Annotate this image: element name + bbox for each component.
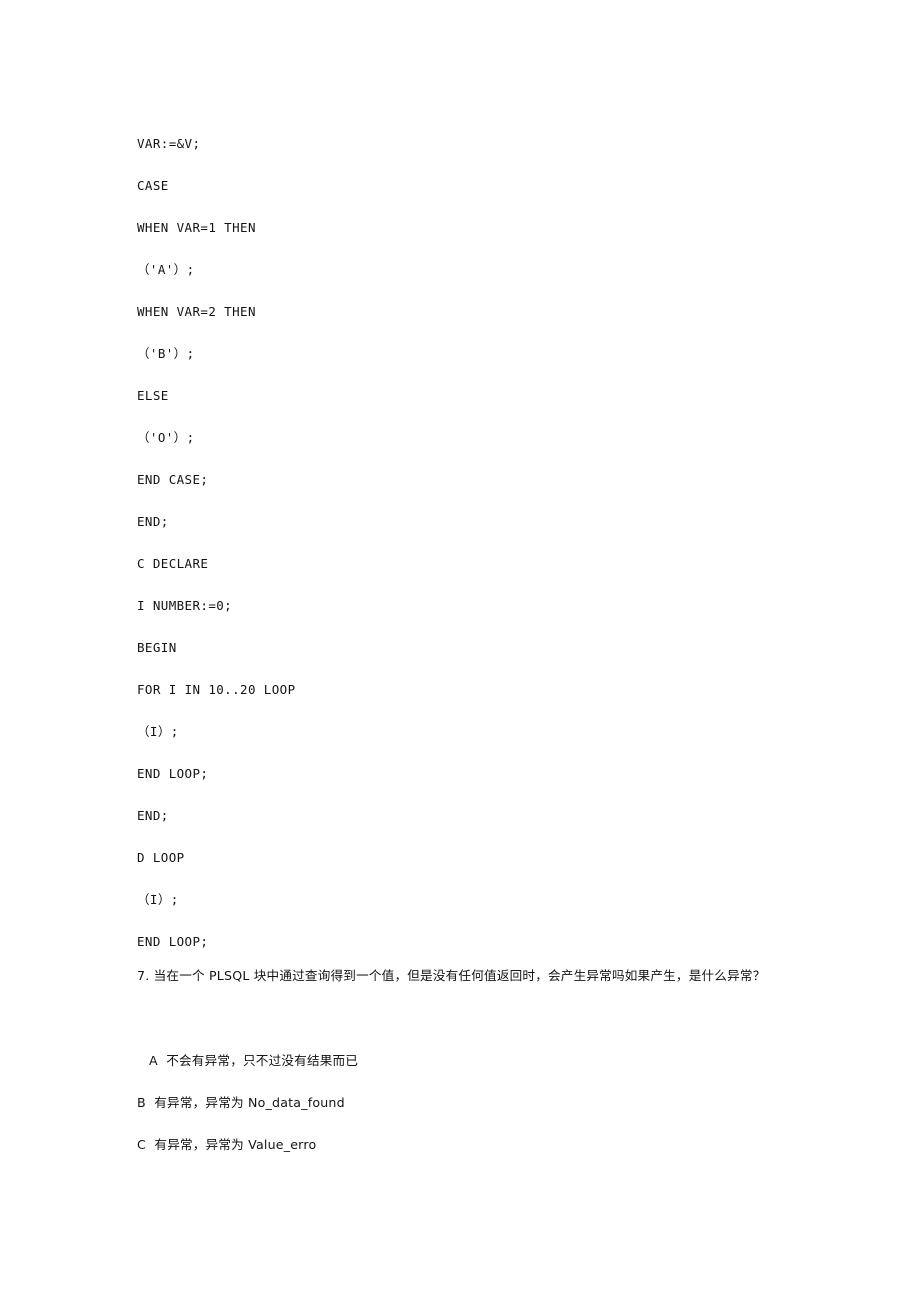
code-line: END;: [137, 808, 169, 823]
code-line: I NUMBER:=0;: [137, 598, 233, 613]
code-line: FOR I IN 10..20 LOOP: [137, 682, 296, 697]
code-line: （I）;: [137, 892, 179, 907]
code-line: C DECLARE: [137, 556, 209, 571]
code-line: （'B'）;: [137, 346, 195, 361]
code-line: ELSE: [137, 388, 169, 403]
option-b[interactable]: B 有异常，异常为 No_data_found: [137, 1082, 777, 1124]
option-c[interactable]: C 有异常，异常为 Value_erro: [137, 1124, 777, 1166]
code-line: WHEN VAR=2 THEN: [137, 304, 256, 319]
code-line: （I）;: [137, 724, 179, 739]
document-page: VAR:=&V; CASE WHEN VAR=1 THEN （'A'）; WHE…: [0, 0, 920, 1302]
code-line: D LOOP: [137, 850, 185, 865]
code-line: VAR:=&V;: [137, 136, 201, 151]
code-line: BEGIN: [137, 640, 177, 655]
code-line: CASE: [137, 178, 169, 193]
code-line: WHEN VAR=1 THEN: [137, 220, 256, 235]
code-line: （'A'）;: [137, 262, 195, 277]
question-text: 7. 当在一个 PLSQL 块中通过查询得到一个值，但是没有任何值返回时，会产生…: [137, 968, 766, 983]
code-listing: VAR:=&V; CASE WHEN VAR=1 THEN （'A'）; WHE…: [137, 123, 787, 963]
code-line: END;: [137, 514, 169, 529]
answer-options: A 不会有异常，只不过没有结果而已 B 有异常，异常为 No_data_foun…: [137, 1040, 777, 1166]
option-a[interactable]: A 不会有异常，只不过没有结果而已: [137, 1040, 777, 1082]
code-line: （'O'）;: [137, 430, 195, 445]
code-line: END CASE;: [137, 472, 209, 487]
question-7: 7. 当在一个 PLSQL 块中通过查询得到一个值，但是没有任何值返回时，会产生…: [137, 955, 785, 997]
code-line: END LOOP;: [137, 766, 209, 781]
